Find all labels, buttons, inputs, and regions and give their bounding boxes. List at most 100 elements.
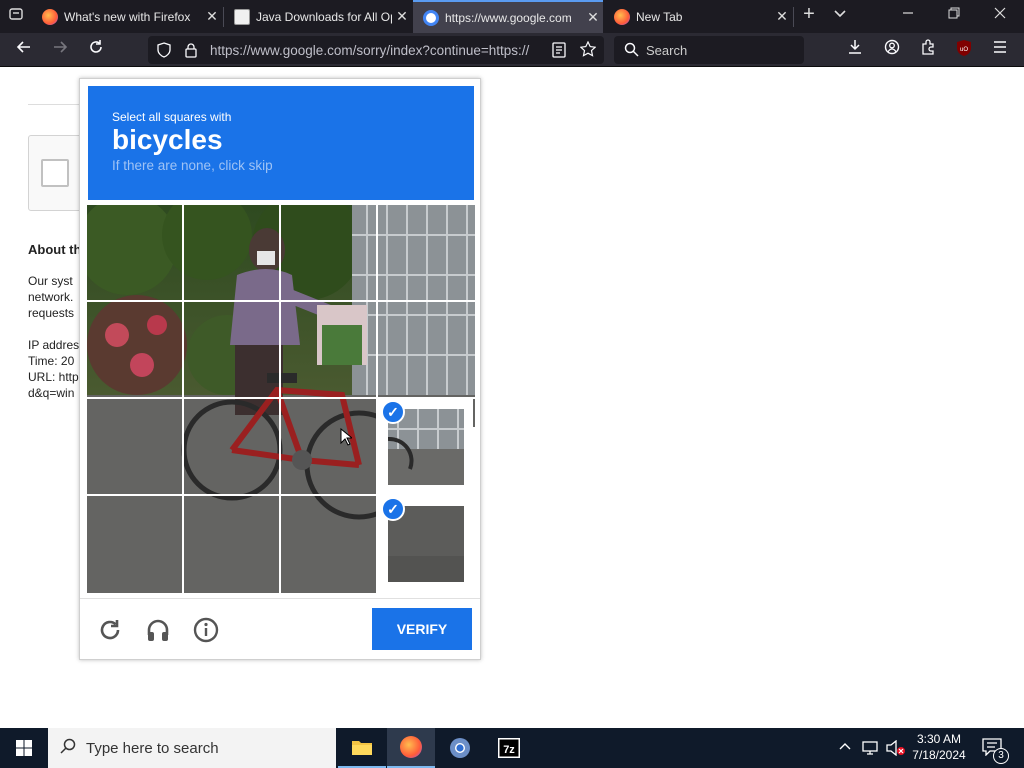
close-tab-icon[interactable]: ✕ [772,8,792,25]
folder-icon [352,741,372,755]
close-tab-icon[interactable]: ✕ [392,8,412,25]
new-tab-button[interactable]: + [797,3,821,26]
taskbar-search-placeholder: Type here to search [86,739,219,757]
search-box[interactable]: Search [614,36,804,64]
java-icon [234,8,250,25]
mouse-cursor-icon [340,427,354,451]
windows-logo-icon [16,740,32,756]
list-all-tabs-icon[interactable] [828,6,852,25]
image-tile[interactable] [87,399,182,494]
selected-checkmark-icon: ✓ [381,497,405,521]
network-icon[interactable] [862,740,880,759]
lock-icon[interactable] [184,42,198,63]
paragraph-line: requests [28,306,75,320]
search-icon [60,738,76,758]
close-tab-icon[interactable]: ✕ [202,8,222,25]
tracking-protection-shield-icon[interactable] [156,42,172,63]
challenge-target: bicycles [112,124,223,155]
tab-whats-new[interactable]: What's new with Firefox ✕ [32,0,222,33]
request-info: IP addres Time: 20 URL: http d&q=win [28,337,79,401]
chrome-icon [450,738,470,758]
forward-button[interactable] [48,39,72,61]
close-tab-icon[interactable]: ✕ [583,9,603,26]
info-help-icon[interactable] [191,617,221,647]
footer-divider [80,598,480,599]
navigation-toolbar: https://www.google.com/sorry/index?conti… [0,33,1024,67]
bookmark-star-icon[interactable] [579,40,597,62]
google-icon [423,9,439,26]
menu-hamburger-icon[interactable] [988,39,1012,61]
close-window-icon[interactable] [988,6,1012,24]
tab-title: https://www.google.com [445,10,572,25]
image-tile[interactable] [184,302,279,397]
audio-challenge-headphones-icon[interactable] [143,617,173,647]
search-placeholder: Search [646,43,688,58]
challenge-instruction: Select all squares with [112,110,232,124]
firefox-app[interactable] [387,728,435,768]
taskbar-search-box[interactable]: Type here to search [48,728,336,768]
restore-icon[interactable] [942,6,966,24]
tab-strip: What's new with Firefox ✕ Java Downloads… [0,0,1024,33]
image-tile[interactable] [378,302,473,397]
challenge-hint: If there are none, click skip [112,158,273,173]
back-button[interactable] [12,39,36,61]
chrome-app[interactable] [436,728,484,768]
info-line: d&q=win [28,386,75,400]
tab-java-downloads[interactable]: Java Downloads for All Op ✕ [224,0,412,33]
image-tile[interactable] [87,496,182,591]
firefox-icon [614,8,630,25]
image-tile[interactable] [87,205,182,300]
image-tile[interactable] [184,496,279,591]
tab-title: What's new with Firefox [64,9,191,24]
recaptcha-challenge-popup: Select all squares with bicycles If ther… [79,78,481,660]
7zip-icon: 7z [498,738,520,758]
ublock-origin-icon[interactable]: uO [952,39,976,61]
clock[interactable]: 3:30 AM 7/18/2024 [908,731,970,763]
image-tile[interactable] [378,205,473,300]
clock-time: 3:30 AM [916,732,962,746]
search-icon [624,42,639,60]
image-tile[interactable] [281,496,376,591]
image-tile[interactable] [184,205,279,300]
tab-new-tab[interactable]: New Tab ✕ [604,0,792,33]
downloads-icon[interactable] [843,39,867,61]
windows-taskbar: Type here to search 7z 3:30 AM 7/18/2024… [0,728,1024,768]
start-button[interactable] [0,728,48,768]
explanation-paragraph: Our syst network. requests [28,273,74,321]
firefox-icon [400,736,422,758]
show-hidden-icons-chevron-icon[interactable] [838,740,852,757]
paragraph-line: Our syst [28,274,73,288]
tab-divider [793,7,794,27]
verify-button[interactable]: VERIFY [372,608,472,650]
reload-button[interactable] [84,39,108,61]
image-tile[interactable] [281,302,376,397]
file-explorer-app[interactable] [338,728,386,768]
url-text[interactable]: https://www.google.com/sorry/index?conti… [210,43,540,58]
image-tile[interactable] [281,205,376,300]
reader-view-icon[interactable] [552,42,566,63]
clock-date: 7/18/2024 [912,748,966,762]
7zip-app[interactable]: 7z [485,728,533,768]
image-tile[interactable] [87,302,182,397]
challenge-header: Select all squares with bicycles If ther… [88,86,474,200]
image-tile-grid: ✓ ✓ [87,205,475,593]
image-tile[interactable] [281,399,376,494]
info-line: URL: http [28,370,79,384]
svg-text:uO: uO [960,47,968,53]
volume-muted-icon[interactable] [886,739,906,759]
tab-list-icon[interactable] [4,6,28,27]
paragraph-line: network. [28,290,74,304]
info-line: Time: 20 [28,354,75,368]
extensions-puzzle-icon[interactable] [916,39,940,61]
url-bar[interactable]: https://www.google.com/sorry/index?conti… [148,36,604,64]
not-a-robot-checkbox[interactable] [41,159,69,187]
tab-google[interactable]: https://www.google.com ✕ [413,0,603,33]
minimize-icon[interactable] [896,6,920,24]
firefox-icon [42,8,58,25]
about-heading: About th [28,242,82,257]
selected-checkmark-icon: ✓ [381,400,405,424]
account-icon[interactable] [880,39,904,61]
image-tile[interactable] [184,399,279,494]
tab-title: Java Downloads for All Op [256,9,392,24]
reload-challenge-icon[interactable] [95,617,125,647]
